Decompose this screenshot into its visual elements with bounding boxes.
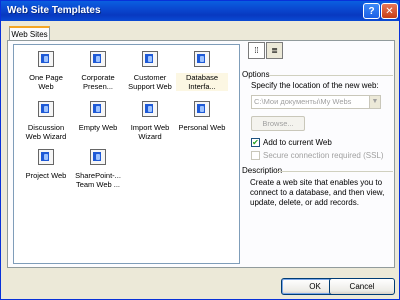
cancel-button[interactable]: Cancel xyxy=(329,278,395,295)
title-bar[interactable]: Web Site Templates ? ✕ xyxy=(1,1,399,21)
close-button[interactable]: ✕ xyxy=(381,3,398,19)
options-heading: Options xyxy=(242,70,270,79)
template-one-page-web[interactable]: One Page Web xyxy=(20,51,72,95)
options-divider xyxy=(269,75,393,76)
view-toggle: ⁞⁞ ≣ xyxy=(248,42,288,62)
browse-button[interactable]: Browse... xyxy=(251,116,305,131)
personal-web-icon xyxy=(194,101,210,117)
empty-web-icon xyxy=(90,101,106,117)
help-button[interactable]: ? xyxy=(363,3,380,19)
secure-connection-checkbox[interactable] xyxy=(251,151,260,160)
chevron-down-icon[interactable]: ▼ xyxy=(369,96,380,108)
template-label: Personal Web xyxy=(178,123,226,132)
template-customer-support[interactable]: Customer Support Web xyxy=(124,51,176,95)
template-corporate-presence[interactable]: Corporate Presen... xyxy=(72,51,124,95)
template-label: Empty Web xyxy=(78,123,118,132)
template-import-web[interactable]: Import Web Wizard xyxy=(124,101,176,145)
secure-connection-label: Secure connection required (SSL) xyxy=(263,151,384,160)
description-heading: Description xyxy=(242,166,283,175)
template-personal-web[interactable]: Personal Web xyxy=(176,101,228,145)
template-label: Discussion Web Wizard xyxy=(25,123,67,141)
corporate-presence-icon xyxy=(90,51,106,67)
template-list[interactable]: One Page Web Corporate Presen... Custome… xyxy=(13,44,240,264)
database-interface-icon xyxy=(194,51,210,67)
template-label: Project Web xyxy=(25,171,67,180)
project-web-icon xyxy=(38,149,54,165)
dialog-title: Web Site Templates xyxy=(7,5,101,16)
template-label: Corporate Presen... xyxy=(81,73,115,91)
add-to-current-web-label: Add to current Web xyxy=(263,138,332,147)
description-divider xyxy=(277,171,393,172)
location-value: C:\Мои документы\My Webs xyxy=(254,97,352,106)
sharepoint-team-icon xyxy=(90,149,106,165)
import-web-icon xyxy=(142,101,158,117)
template-sharepoint-team[interactable]: SharePoint-... Team Web ... xyxy=(72,149,124,193)
web-site-templates-dialog: Web Site Templates ? ✕ Web Sites One Pag… xyxy=(0,0,400,300)
template-project-web[interactable]: Project Web xyxy=(20,149,72,193)
one-page-web-icon xyxy=(38,51,54,67)
template-empty-web[interactable]: Empty Web xyxy=(72,101,124,145)
template-label: Import Web Wizard xyxy=(130,123,170,141)
add-to-current-web-checkbox[interactable]: ✔ xyxy=(251,138,260,147)
tab-web-sites[interactable]: Web Sites xyxy=(9,26,50,40)
location-label: Specify the location of the new web: xyxy=(251,81,379,90)
template-label: Customer Support Web xyxy=(128,73,172,91)
large-icons-view-icon[interactable]: ⁞⁞ xyxy=(248,42,265,59)
description-text: Create a web site that enables you to co… xyxy=(250,178,385,207)
template-label: SharePoint-... Team Web ... xyxy=(75,171,121,189)
customer-support-icon xyxy=(142,51,158,67)
template-label: Database Interfa... xyxy=(176,73,228,91)
location-combobox[interactable]: C:\Мои документы\My Webs ▼ xyxy=(251,95,381,109)
list-view-icon[interactable]: ≣ xyxy=(266,42,283,59)
template-label: One Page Web xyxy=(29,73,63,91)
discussion-web-icon xyxy=(38,101,54,117)
template-discussion-web[interactable]: Discussion Web Wizard xyxy=(20,101,72,145)
template-database-interface[interactable]: Database Interfa... xyxy=(176,51,228,95)
